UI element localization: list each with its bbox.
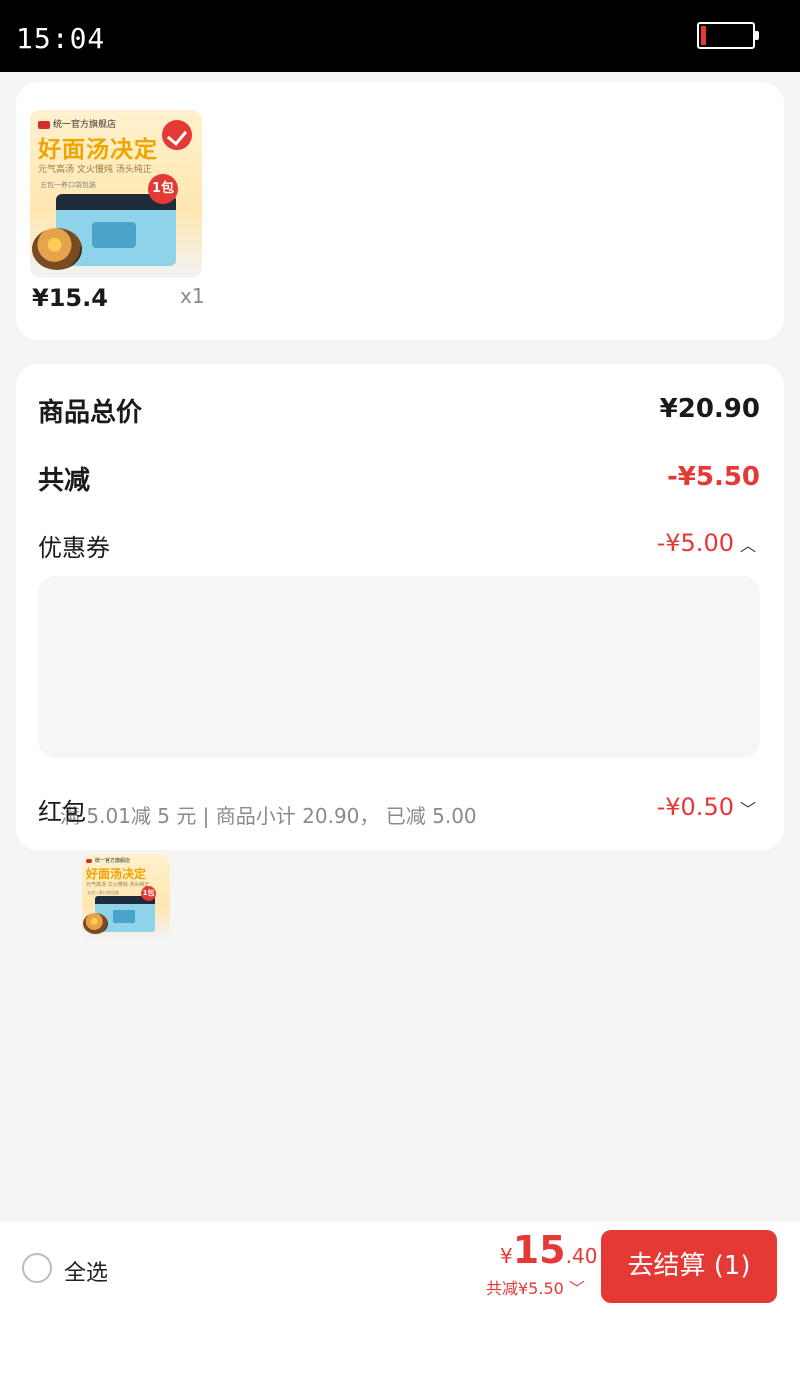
total-reduce-value: -¥5.50 <box>666 462 760 492</box>
noodle-bowl-graphic <box>83 913 108 934</box>
select-all-label[interactable]: 全选 <box>64 1255 108 1287</box>
status-bar: 15:04 <box>0 0 800 72</box>
coupon-detail-panel: 满 5.01减 5 元 | 商品小计 20.90， 已减 5.00 统一官方旗舰… <box>38 576 760 940</box>
chevron-down-icon: ﹀ <box>739 800 756 819</box>
product-image[interactable]: 统一官方旗舰店 好面汤决定 元气高汤 文火慢炖 汤头纯正 五包一养口袋包装 1包 <box>30 110 202 278</box>
selected-check-icon[interactable] <box>162 120 192 150</box>
price-summary-card: 商品总价 ¥20.90 共减 -¥5.50 优惠券 -¥5.00 ︿ 满 5.01… <box>16 364 784 940</box>
pack-count-badge: 1包 <box>148 174 178 204</box>
total-price-value: ¥20.90 <box>659 394 760 424</box>
battery-icon <box>697 22 759 49</box>
coupon-detail-text: 满 5.01减 5 元 | 商品小计 20.90， 已减 5.00 <box>60 804 477 828</box>
product-image-headline: 好面汤决定 <box>38 137 158 163</box>
coupon-image-headline: 好面汤决定 <box>86 867 147 881</box>
coupon-product-image: 统一官方旗舰店 好面汤决定 元气高汤 文火慢炖 汤头纯正 五包一养口袋包装 1包 <box>82 854 170 940</box>
checkout-bar: 全选 ¥15.40 共减¥5.50 ﹀ 去结算 (1) <box>0 1222 800 1374</box>
product-quantity: x1 <box>180 284 205 308</box>
redpack-value: -¥0.50 <box>656 793 734 821</box>
payable-reduce: 共减¥5.50 <box>486 1279 564 1298</box>
chevron-up-icon: ︿ <box>739 536 756 555</box>
product-price: ¥15.4 <box>32 284 108 312</box>
status-time: 15:04 <box>16 22 106 55</box>
redpack-toggle[interactable]: -¥0.50 ﹀ <box>657 793 756 821</box>
select-all-radio[interactable] <box>22 1253 52 1283</box>
total-reduce-label: 共减 <box>38 466 91 496</box>
total-price-label: 商品总价 <box>38 398 143 428</box>
payable-total: ¥15.40 <box>500 1228 598 1272</box>
checkout-button[interactable]: 去结算 (1) <box>601 1230 777 1303</box>
product-image-shop: 统一官方旗舰店 <box>38 117 116 130</box>
product-image-note: 五包一养口袋包装 <box>40 181 96 189</box>
coupon-toggle[interactable]: -¥5.00 ︿ <box>657 529 756 557</box>
pack-count-badge: 1包 <box>141 886 156 901</box>
reduce-detail-toggle[interactable]: 共减¥5.50 ﹀ <box>486 1275 585 1299</box>
redpack-label: 红包 <box>38 798 86 826</box>
chevron-down-icon: ﹀ <box>563 1279 585 1298</box>
product-card: 统一官方旗舰店 好面汤决定 元气高汤 文火慢炖 汤头纯正 五包一养口袋包装 1包… <box>16 82 784 340</box>
noodle-bowl-graphic <box>32 228 82 270</box>
coupon-value: -¥5.00 <box>656 529 734 557</box>
coupon-label: 优惠券 <box>38 534 110 562</box>
product-image-subline: 元气高汤 文火慢炖 汤头纯正 <box>38 165 152 175</box>
